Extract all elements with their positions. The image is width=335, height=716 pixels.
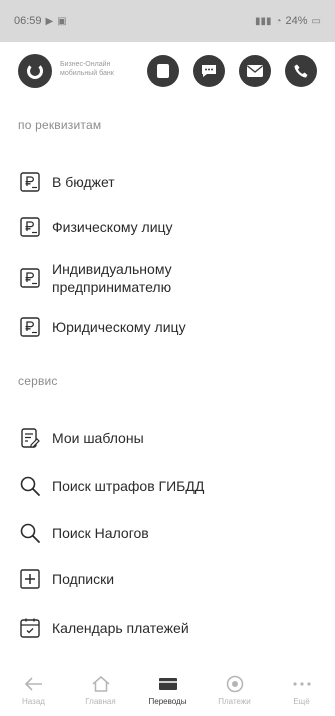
card-icon — [157, 64, 169, 78]
service-taxes-label: Поиск Налогов — [52, 525, 149, 541]
transfer-legal-entity-label: Юридическому лицу — [52, 319, 186, 335]
transfer-entrepreneur-label: Индивидуальному — [52, 261, 172, 277]
nav-transfers[interactable]: Переводы — [138, 674, 198, 706]
mail-button[interactable] — [239, 55, 271, 87]
status-right: ▮▮▮ ◔ 24% ▭ — [255, 15, 321, 27]
transfer-budget[interactable]: В бюджет — [18, 170, 318, 194]
app-header: Бизнес-Онлайн мобильный банк — [0, 50, 335, 94]
search-icon — [18, 474, 42, 498]
chat-icon — [202, 65, 216, 77]
service-subscriptions[interactable]: Подписки — [18, 567, 318, 591]
service-subscriptions-label: Подписки — [52, 571, 115, 587]
card-button[interactable] — [147, 55, 179, 87]
transfer-legal-entity[interactable]: Юридическому лицу — [18, 315, 318, 339]
gallery-icon: ▣ — [57, 15, 67, 27]
nav-back-label: Назад — [22, 697, 45, 706]
play-icon: ▶ — [45, 15, 54, 27]
battery-percent: 24% — [285, 15, 308, 27]
section-title-service: сервис — [18, 374, 58, 388]
nav-payments-label: Платежи — [218, 697, 251, 706]
more-icon — [291, 674, 313, 694]
phone-icon — [294, 64, 308, 78]
ruble-document-icon — [18, 315, 42, 339]
calendar-icon — [18, 616, 42, 640]
transfer-budget-label: В бюджет — [52, 174, 115, 190]
brand-text: Бизнес-Онлайн мобильный банк — [60, 60, 130, 78]
bottom-navigation: Назад Главная Переводы Платежи Ещё — [0, 668, 335, 716]
ruble-document-icon — [18, 170, 42, 194]
nav-home[interactable]: Главная — [71, 674, 131, 706]
nav-back[interactable]: Назад — [4, 674, 64, 706]
nav-more-label: Ещё — [293, 697, 310, 706]
brand-text-line2: мобильный банк — [60, 70, 114, 77]
brand-logo-icon — [27, 63, 43, 79]
mail-icon — [247, 65, 263, 77]
phone-button[interactable] — [285, 55, 317, 87]
service-traffic-fines[interactable]: Поиск штрафов ГИБДД — [18, 474, 318, 498]
payments-icon — [224, 674, 246, 694]
transfer-entrepreneur-text: Индивидуальному предпринимателю — [52, 260, 172, 296]
status-bar: 06:59 ▶ ▣ ▮▮▮ ◔ 24% ▭ — [0, 0, 335, 42]
back-icon — [23, 674, 45, 694]
search-icon — [18, 521, 42, 545]
section-title-requisites: по реквизитам — [18, 118, 102, 132]
edit-document-icon — [18, 426, 42, 450]
service-traffic-fines-label: Поиск штрафов ГИБДД — [52, 478, 205, 494]
brand-text-line1: Бизнес-Онлайн — [60, 61, 111, 68]
service-templates-label: Мои шаблоны — [52, 430, 144, 446]
status-time: 06:59 — [14, 15, 42, 27]
transfer-icon — [157, 674, 179, 694]
app-screen: 06:59 ▶ ▣ ▮▮▮ ◔ 24% ▭ Бизнес-Онлайн моби… — [0, 0, 335, 716]
wifi-icon: ◔ — [275, 15, 282, 27]
service-templates[interactable]: Мои шаблоны — [18, 426, 318, 450]
home-icon — [90, 674, 112, 694]
brand-logo[interactable] — [18, 54, 52, 88]
ruble-document-icon — [18, 266, 42, 290]
nav-home-label: Главная — [85, 697, 116, 706]
transfer-individual-label: Физическому лицу — [52, 219, 173, 235]
nav-transfers-label: Переводы — [148, 697, 187, 706]
status-left: 06:59 ▶ ▣ — [14, 15, 67, 27]
plus-box-icon — [18, 567, 42, 591]
battery-icon: ▭ — [311, 15, 321, 27]
service-payment-calendar-label: Календарь платежей — [52, 620, 189, 636]
nav-payments[interactable]: Платежи — [205, 674, 265, 706]
nav-more[interactable]: Ещё — [272, 674, 332, 706]
transfer-entrepreneur-label-line2: предпринимателю — [52, 279, 172, 295]
service-payment-calendar[interactable]: Календарь платежей — [18, 616, 318, 640]
transfer-individual[interactable]: Физическому лицу — [18, 215, 318, 239]
ruble-document-icon — [18, 215, 42, 239]
chat-button[interactable] — [193, 55, 225, 87]
service-taxes[interactable]: Поиск Налогов — [18, 521, 318, 545]
transfer-entrepreneur[interactable]: Индивидуальному предпринимателю — [18, 260, 318, 296]
signal-icon: ▮▮▮ — [254, 15, 272, 27]
